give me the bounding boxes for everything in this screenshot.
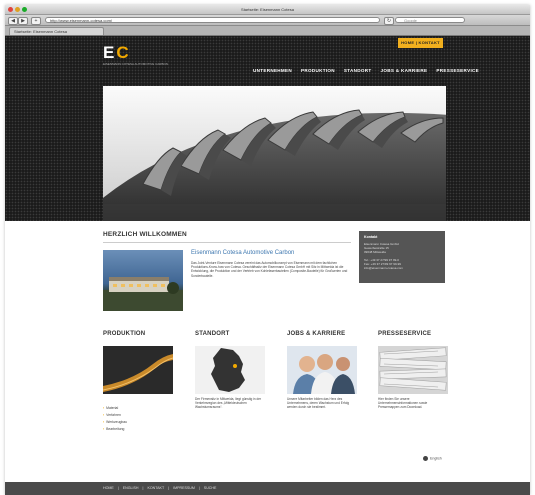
window-title: Startseite: Eisenmann Cotesa [241, 7, 294, 12]
search-field[interactable]: Google [395, 17, 465, 23]
teaser-title[interactable]: PRESSESERVICE [378, 331, 454, 337]
footer-separator: | [142, 486, 144, 490]
tab-bar: Startseite: Eisenmann Cotesa [5, 26, 530, 36]
teaser-title[interactable]: PRODUKTION [103, 331, 179, 337]
language-icon [423, 456, 428, 461]
footer-link-kontakt[interactable]: KONTAKT [147, 486, 164, 490]
logo-subtitle: EISENMANN COTESA AUTOMOTIVE CARBON [103, 62, 168, 66]
site-footer: HOME | ENGLISH | KONTAKT | IMPRESSUM | S… [5, 482, 530, 495]
jobs-text: Unsere Mitarbeiter bilden das Herz des U… [287, 397, 350, 410]
contact-email[interactable]: info@eisenmann-cotesa.com [364, 266, 403, 271]
address-bar[interactable]: http://www.eisenmann-cotesa.com/ [45, 17, 380, 23]
standort-text: Der Firmensitz in Mittweida, liegt günst… [195, 397, 262, 410]
link-werkzeugbau[interactable]: Werkzeugbau [103, 420, 127, 424]
teaser-title[interactable]: STANDORT [195, 331, 271, 337]
presse-image[interactable] [378, 346, 448, 394]
main-navigation: UNTERNEHMEN PRODUKTION STANDORT JOBS & K… [253, 68, 479, 73]
footer-navigation: HOME | ENGLISH | KONTAKT | IMPRESSUM | S… [103, 482, 219, 495]
teaser-produktion: PRODUKTION Material Verfahren Werkzeugba… [103, 331, 179, 431]
standort-map[interactable] [195, 346, 265, 394]
teaser-title[interactable]: JOBS & KARRIERE [287, 331, 363, 337]
header-background: EC EISENMANN COTESA AUTOMOTIVE CARBON HO… [5, 36, 530, 221]
footer-separator: | [198, 486, 200, 490]
hero-image [103, 86, 446, 221]
footer-link-home[interactable]: HOME [103, 486, 114, 490]
jobs-image[interactable] [287, 346, 357, 394]
nav-item-presseservice[interactable]: PRESSESERVICE [436, 68, 479, 73]
teaser-standort: STANDORT Der Firmensitz in Mittweida, li… [195, 331, 271, 409]
language-label: English [430, 456, 442, 461]
footer-separator: | [168, 486, 170, 490]
nav-item-produktion[interactable]: PRODUKTION [301, 68, 335, 73]
nav-item-unternehmen[interactable]: UNTERNEHMEN [253, 68, 292, 73]
contact-box: Kontakt Eisenmann Cotesa GmbH Gewerbestr… [359, 231, 445, 283]
logo-letter-e: E [103, 43, 117, 62]
building-photo [103, 250, 183, 311]
teaser-presseservice: PRESSESERVICE Hier finden Sie unsere Unt… [378, 331, 454, 409]
footer-link-english[interactable]: ENGLISH [123, 486, 139, 490]
presse-text: Hier finden Sie unsere Unternehmensinfor… [378, 397, 428, 410]
welcome-heading: HERZLICH WILLKOMMEN [103, 231, 187, 238]
footer-separator: | [117, 486, 119, 490]
divider [103, 242, 351, 243]
forward-button[interactable]: ▶ [18, 17, 28, 25]
english-language-button[interactable]: English [423, 456, 442, 461]
nav-item-standort[interactable]: STANDORT [344, 68, 372, 73]
web-page: EC EISENMANN COTESA AUTOMOTIVE CARBON HO… [5, 36, 530, 495]
add-bookmark-button[interactable]: + [31, 17, 41, 25]
link-verfahren[interactable]: Verfahren [103, 413, 121, 417]
welcome-subheading: Eisenmann Cotesa Automotive Carbon [191, 250, 295, 256]
footer-link-suche[interactable]: SUCHE [204, 486, 217, 490]
back-button[interactable]: ◀ [8, 17, 18, 25]
contact-box-title: Kontakt [364, 235, 378, 239]
footer-link-impressum[interactable]: IMPRESSUM [173, 486, 195, 490]
contact-city: 09648 Mittweida [364, 250, 386, 254]
produktion-image[interactable] [103, 346, 173, 394]
site-logo[interactable]: EC EISENMANN COTESA AUTOMOTIVE CARBON [103, 44, 168, 66]
nav-item-jobs[interactable]: JOBS & KARRIERE [381, 68, 428, 73]
teaser-jobs: JOBS & KARRIERE Unsere Mitarbeiter bilde… [287, 331, 363, 409]
window-titlebar: Startseite: Eisenmann Cotesa [5, 5, 530, 15]
link-material[interactable]: Material [103, 406, 118, 410]
browser-tab[interactable]: Startseite: Eisenmann Cotesa [9, 27, 104, 35]
link-bearbeitung[interactable]: Bearbeitung [103, 427, 124, 431]
reload-button[interactable]: ↻ [384, 17, 394, 25]
welcome-text: Das Joint-Venture Eisenmann Cotesa verei… [191, 261, 348, 278]
browser-window: Startseite: Eisenmann Cotesa ◀ ▶ + http:… [5, 5, 530, 495]
home-contact-button[interactable]: HOME | KONTAKT [398, 38, 443, 48]
logo-letter-c: C [116, 43, 131, 62]
browser-toolbar: ◀ ▶ + http://www.eisenmann-cotesa.com/ ↻… [5, 15, 530, 26]
